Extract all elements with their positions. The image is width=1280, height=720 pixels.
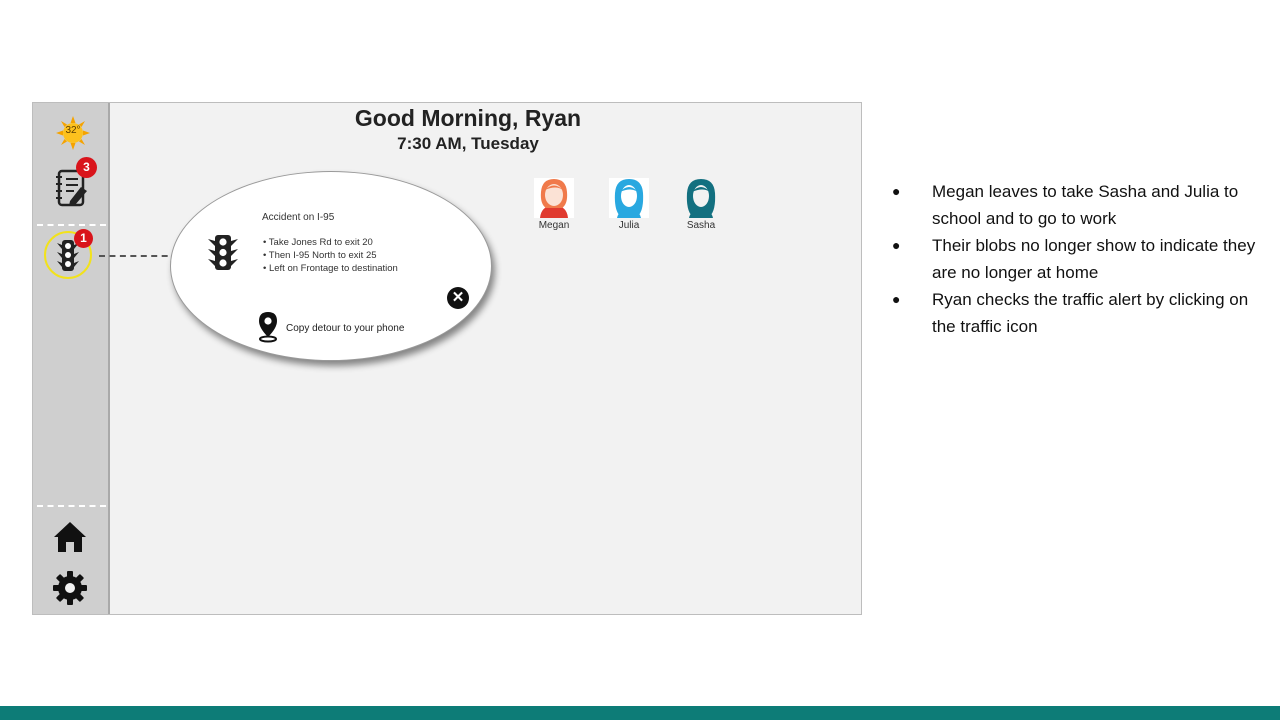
- footer-accent-bar: [0, 706, 1280, 720]
- bullet-icon: ●: [892, 237, 901, 253]
- family-member-julia[interactable]: Julia: [606, 178, 652, 231]
- traffic-button[interactable]: 1: [44, 229, 94, 281]
- bullet-icon: ●: [892, 291, 901, 307]
- avatar-icon: [681, 178, 721, 218]
- temperature-label: 32°: [65, 125, 81, 136]
- alert-title: Accident on I-95: [262, 212, 335, 223]
- gear-icon[interactable]: [53, 571, 87, 605]
- traffic-badge: 1: [74, 229, 93, 248]
- note-text: Ryan checks the traffic alert by clickin…: [932, 290, 1249, 336]
- notes-list: ● Megan leaves to take Sasha and Julia to…: [890, 178, 1270, 340]
- family-member-megan[interactable]: Megan: [531, 178, 577, 231]
- bullet-icon: ●: [892, 183, 901, 199]
- note-item: ● Ryan checks the traffic alert by clicki…: [890, 286, 1270, 340]
- greeting-title: Good Morning, Ryan: [354, 105, 582, 131]
- alert-steps: • Take Jones Rd to exit 20 • Then I-95 N…: [263, 236, 398, 275]
- home-screen: 32° 3 1 Good Morning, Ryan 7:30 AM, Tues…: [32, 102, 862, 615]
- member-name: Sasha: [686, 220, 716, 231]
- member-name: Megan: [538, 220, 570, 231]
- tasks-badge: 3: [76, 157, 97, 178]
- divider: [37, 224, 106, 226]
- sidebar: 32° 3 1: [33, 103, 110, 614]
- close-icon[interactable]: ✕: [447, 287, 469, 309]
- home-icon[interactable]: [53, 521, 87, 553]
- traffic-light-icon: [208, 235, 238, 270]
- copy-detour-link[interactable]: Copy detour to your phone: [286, 323, 404, 334]
- note-item: ● Their blobs no longer show to indicate …: [890, 232, 1270, 286]
- location-pin-icon[interactable]: [257, 311, 279, 343]
- note-text: Megan leaves to take Sasha and Julia to …: [932, 182, 1239, 228]
- traffic-alert-popup: Accident on I-95 • Take Jones Rd to exit…: [170, 171, 492, 361]
- avatar-icon: [609, 178, 649, 218]
- avatar-icon: [534, 178, 574, 218]
- alert-step: • Left on Frontage to destination: [263, 263, 398, 274]
- alert-step: • Take Jones Rd to exit 20: [263, 237, 373, 248]
- alert-step: • Then I-95 North to exit 25: [263, 250, 377, 261]
- member-name: Julia: [618, 220, 640, 231]
- family-member-sasha[interactable]: Sasha: [678, 178, 724, 231]
- divider: [37, 505, 106, 507]
- note-item: ● Megan leaves to take Sasha and Julia to…: [890, 178, 1270, 232]
- datetime-label: 7:30 AM, Tuesday: [397, 134, 539, 153]
- note-text: Their blobs no longer show to indicate t…: [932, 236, 1256, 282]
